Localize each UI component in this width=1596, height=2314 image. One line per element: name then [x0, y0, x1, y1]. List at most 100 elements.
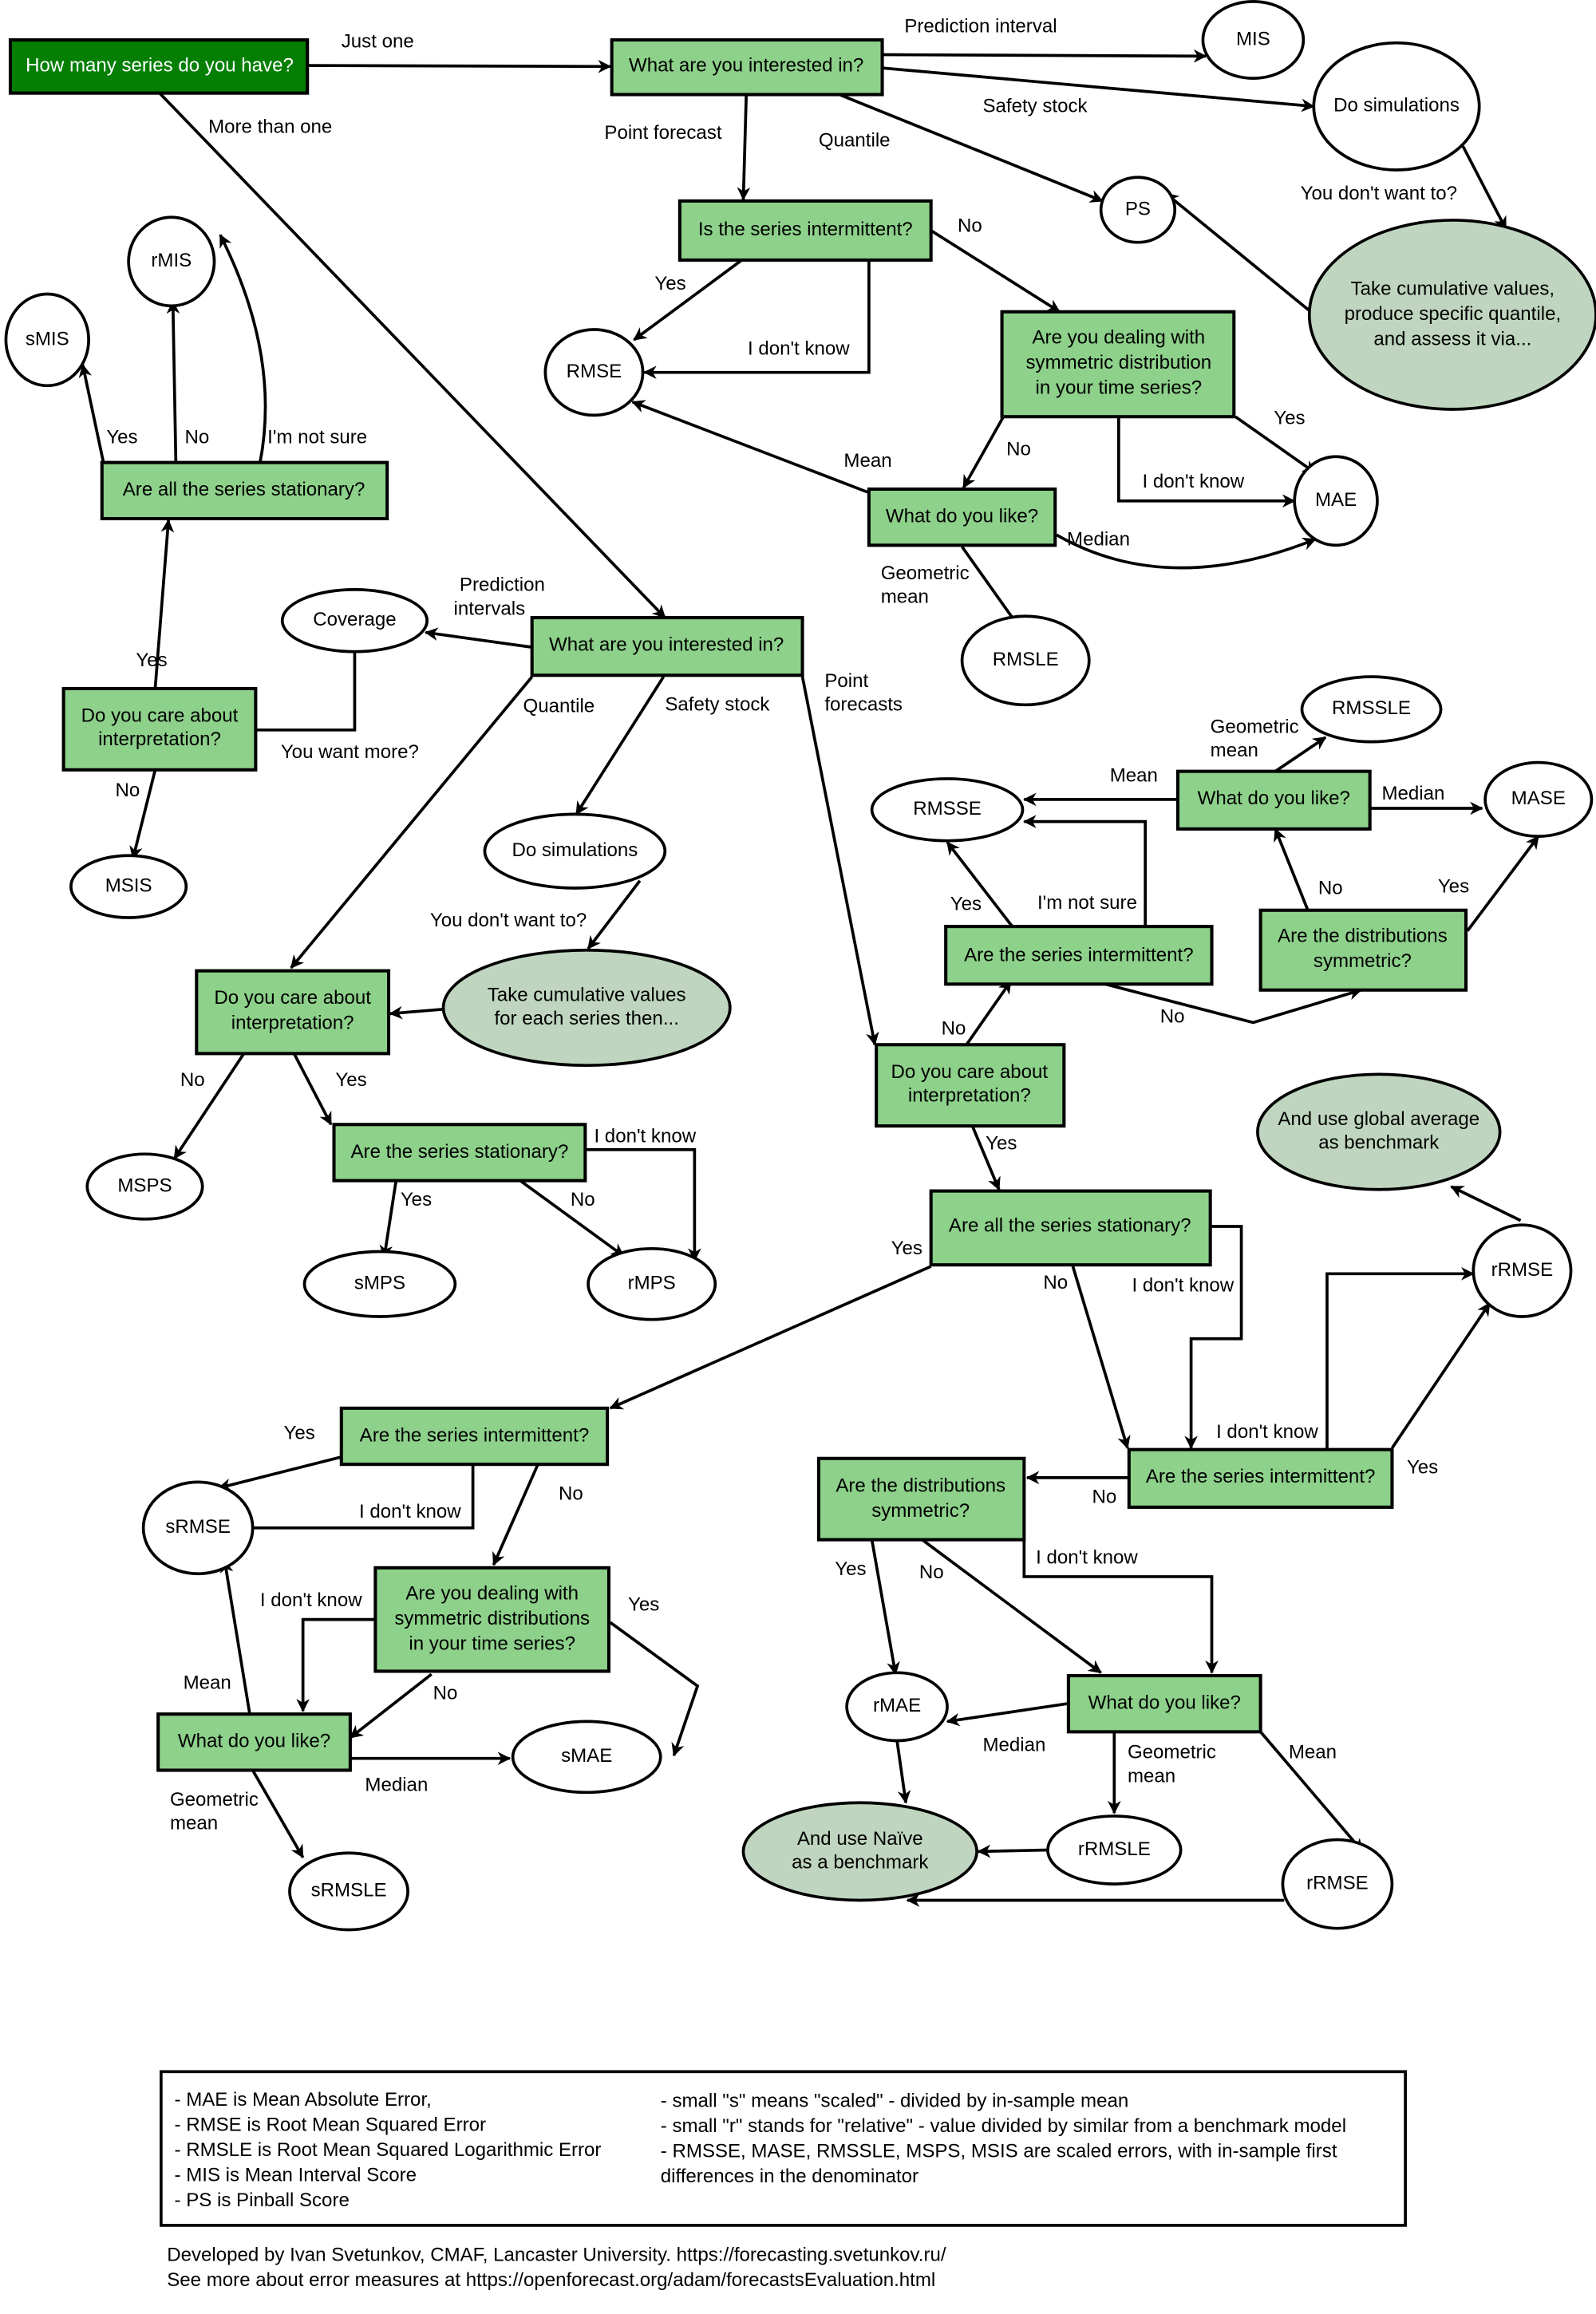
node-what-interested-many[interactable]: What are you interested in? [530, 616, 804, 677]
node-rmis[interactable]: rMIS [127, 215, 216, 308]
node-srmse[interactable]: sRMSE [141, 1480, 255, 1576]
node-label: RMSSLE [1332, 697, 1411, 719]
node-dist-symmetric-pf[interactable]: Are the distributions symmetric? [1258, 908, 1468, 992]
node-take-cumulative-many[interactable]: Take cumulative values for each series t… [441, 948, 732, 1068]
footer-credit: Developed by Ivan Svetunkov, CMAF, Lanca… [167, 2244, 946, 2265]
edge-label: I don't know [1216, 1421, 1318, 1443]
node-label: And use Naïve [797, 1828, 923, 1850]
node-rrmse-top[interactable]: rRMSE [1472, 1223, 1573, 1318]
node-rmsle[interactable]: RMSLE [960, 614, 1091, 707]
node-what-like-s[interactable]: What do you like? [156, 1712, 352, 1772]
node-ps[interactable]: PS [1099, 176, 1177, 244]
node-mae[interactable]: MAE [1293, 455, 1379, 547]
node-label: Are the series intermittent? [1146, 1466, 1376, 1487]
legend-left-item: - PS is Pinball Score [175, 2190, 350, 2211]
node-rmps[interactable]: rMPS [587, 1246, 717, 1321]
node-stationary-pf[interactable]: Are all the series stationary? [929, 1189, 1212, 1267]
node-naive-benchmark[interactable]: And use Naïve as a benchmark [741, 1801, 978, 1902]
node-rmsse[interactable]: RMSSE [870, 777, 1025, 843]
node-what-interested-one[interactable]: What are you interested in? [610, 38, 884, 97]
node-smae[interactable]: sMAE [511, 1720, 662, 1795]
node-mase[interactable]: MASE [1483, 760, 1594, 838]
edge-label: More than one [208, 116, 332, 138]
edge-statq-idk-rmps [585, 1147, 701, 1262]
node-take-cumulative-one[interactable]: Take cumulative values, produce specific… [1307, 219, 1596, 411]
node-smis[interactable]: sMIS [4, 292, 90, 388]
node-label: Do simulations [512, 839, 638, 861]
node-label: in your time series? [409, 1633, 575, 1654]
edge-label: No [919, 1562, 944, 1583]
node-global-average[interactable]: And use global average as benchmark [1256, 1072, 1502, 1191]
edge-label: mean [1128, 1765, 1175, 1787]
node-intermittent-r[interactable]: Are the series intermittent? [1127, 1447, 1394, 1509]
edge-label: forecasts [824, 694, 903, 716]
edge-label: I don't know [1142, 471, 1244, 492]
edge-label: mean [1211, 740, 1258, 761]
node-coverage[interactable]: Coverage [280, 588, 429, 654]
node-label: Is the series intermittent? [698, 219, 913, 240]
node-srmsle[interactable]: sRMSLE [288, 1851, 409, 1932]
edge-syms-no-like [349, 1672, 433, 1739]
edge-label: Quantile [819, 129, 891, 151]
node-care-interpretation-pi[interactable]: Do you care about interpretation? [61, 686, 258, 772]
edge-label: Geometric [1211, 717, 1299, 738]
edge-label: You don't want to? [1301, 183, 1457, 204]
edge-like2-geo-rmssle [1274, 736, 1327, 773]
edge-label: No [571, 1189, 595, 1210]
edge-label: Yes [950, 894, 982, 915]
node-rmae[interactable]: rMAE [845, 1671, 949, 1743]
node-label: MASE [1511, 788, 1566, 809]
node-rmssle[interactable]: RMSSLE [1300, 675, 1443, 744]
node-rrmsle[interactable]: rRMSLE [1046, 1814, 1183, 1886]
edge-label: intervals [454, 598, 526, 619]
edge-label: Yes [891, 1238, 922, 1259]
node-rmse[interactable]: RMSE [543, 328, 645, 417]
edge-label: No [942, 1017, 966, 1039]
node-do-simulations-one[interactable]: Do simulations [1312, 41, 1481, 172]
node-label: MSIS [105, 875, 152, 896]
node-label: Are the series intermittent? [964, 945, 1194, 966]
node-intermittent-s[interactable]: Are the series intermittent? [339, 1406, 610, 1467]
node-stationary-pi[interactable]: Are all the series stationary? [100, 460, 389, 521]
node-symmetric-one[interactable]: Are you dealing with symmetric distribut… [1000, 310, 1236, 419]
node-what-like-scaled[interactable]: What do you like? [1175, 769, 1372, 831]
node-stationary-q[interactable]: Are the series stationary? [332, 1123, 587, 1183]
node-mis[interactable]: MIS [1201, 0, 1306, 80]
node-label: in your time series? [1036, 377, 1203, 398]
node-dist-symmetric-r[interactable]: Are the distributions symmetric? [816, 1456, 1026, 1542]
node-how-many-series[interactable]: How many series do you have? [8, 38, 310, 95]
node-symmetric-s[interactable]: Are you dealing with symmetric distribut… [373, 1566, 610, 1673]
edge-label: I don't know [359, 1501, 461, 1522]
edge-int-no-sym [930, 229, 1061, 314]
edge-label: Safety stock [982, 96, 1088, 117]
node-what-like-r[interactable]: What do you like? [1066, 1673, 1262, 1734]
edge-label: No [559, 1483, 583, 1505]
node-msps[interactable]: MSPS [85, 1152, 204, 1221]
edge-label: I don't know [748, 338, 850, 359]
node-rrmse-bottom[interactable]: rRMSE [1281, 1838, 1394, 1930]
node-care-interpretation-pf[interactable]: Do you care about interpretation? [875, 1043, 1066, 1128]
edge-care-pf-no-int [965, 980, 1013, 1046]
legend-left-item: - MIS is Mean Interval Score [175, 2164, 417, 2186]
node-what-like-one[interactable]: What do you like? [867, 487, 1057, 547]
error-measures-flowchart: How many series do you have? What are yo… [4, 0, 1596, 2291]
edge-liker-median-rmae [946, 1702, 1068, 1727]
node-smps[interactable]: sMPS [302, 1250, 457, 1318]
edge-label: Median [365, 1774, 428, 1795]
edge-label: Point [824, 670, 868, 692]
edge-label: No [180, 1069, 205, 1091]
node-care-interpretation-q[interactable]: Do you care about interpretation? [195, 969, 391, 1056]
node-label: What are you interested in? [549, 634, 784, 656]
edge-rrmsle-naive [977, 1844, 1049, 1858]
node-is-intermittent-one[interactable]: Is the series intermittent? [678, 199, 933, 262]
node-msis[interactable]: MSIS [69, 854, 188, 919]
edge-label: Mean [1110, 765, 1158, 787]
edge-label: Mean [1289, 1742, 1337, 1763]
node-intermittent-pf[interactable]: Are the series intermittent? [944, 925, 1214, 986]
edge-label: Point forecast [604, 122, 721, 144]
node-do-simulations-many[interactable]: Do simulations [483, 812, 667, 890]
node-label: Are you dealing with [1033, 326, 1206, 348]
node-label: Are all the series stationary? [949, 1214, 1191, 1236]
node-label: RMSSE [913, 798, 982, 819]
edge-label: Yes [1274, 407, 1305, 428]
